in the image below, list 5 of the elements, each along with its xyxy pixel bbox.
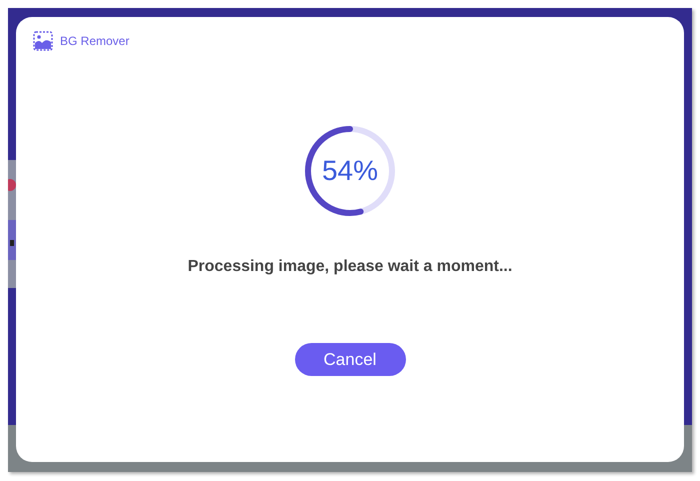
image-icon xyxy=(33,31,53,51)
status-message: Processing image, please wait a moment... xyxy=(188,257,512,277)
app-title: BG Remover xyxy=(60,33,130,50)
cancel-button[interactable]: Cancel xyxy=(294,343,406,376)
progress-percent: 54% xyxy=(322,154,378,188)
